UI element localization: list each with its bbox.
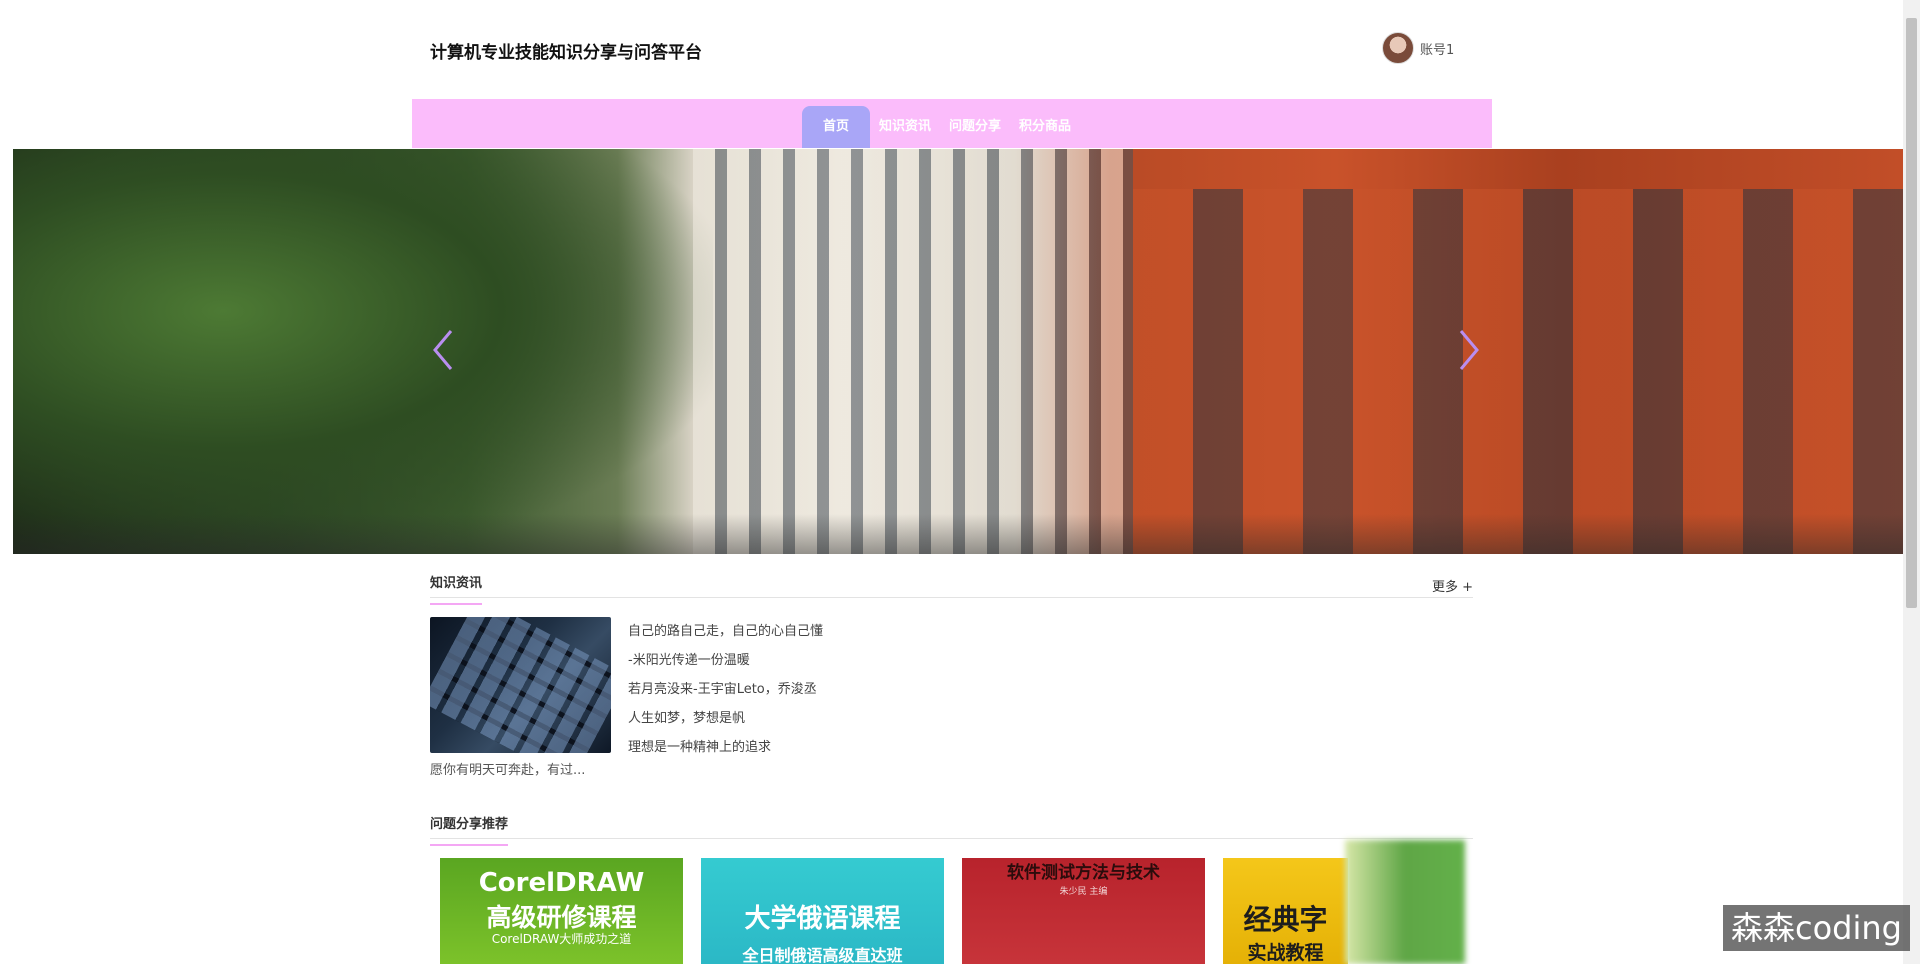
card-title: 经典字	[1243, 903, 1328, 936]
keyboard-image	[430, 617, 611, 753]
question-card[interactable]: 软件测试方法与技术 朱少民 主编	[962, 858, 1205, 964]
question-card[interactable]: 大学俄语课程 全日制俄语高级直达班	[701, 858, 944, 964]
news-list: 自己的路自己走，自己的心自己懂 -米阳光传递一份温暖 若月亮没来-王宇宙Leto…	[628, 622, 823, 767]
avatar[interactable]	[1382, 32, 1414, 64]
nav-items: 首页 知识资讯 问题分享 积分商品	[802, 106, 1080, 148]
main-nav: 首页 知识资讯 问题分享 积分商品	[412, 99, 1492, 148]
card-subtitle: 全日制俄语高级直达班	[742, 946, 903, 964]
card-title: CorelDRAW	[478, 868, 645, 898]
blurred-card-overlay	[1345, 840, 1465, 964]
nav-item-home[interactable]: 首页	[802, 106, 871, 148]
question-card[interactable]: 经典字 实战教程	[1223, 858, 1348, 964]
nav-item-questions[interactable]: 问题分享	[940, 106, 1010, 148]
banner-image-base	[13, 514, 1903, 554]
account-name[interactable]: 账号1	[1420, 39, 1454, 58]
nav-item-news[interactable]: 知识资讯	[870, 106, 940, 148]
news-item[interactable]: -米阳光传递一份温暖	[628, 651, 823, 680]
news-section-header: 知识资讯 更多 +	[430, 572, 1473, 605]
chevron-right-icon[interactable]	[1453, 327, 1483, 373]
chevron-left-icon[interactable]	[429, 327, 459, 373]
news-section-title: 知识资讯	[430, 572, 483, 605]
site-title: 计算机专业技能知识分享与问答平台	[430, 43, 702, 63]
banner-image-trees	[13, 149, 713, 554]
news-item[interactable]: 自己的路自己走，自己的心自己懂	[628, 622, 823, 651]
news-item[interactable]: 理想是一种精神上的追求	[628, 738, 823, 767]
page-scrollbar[interactable]	[1903, 0, 1920, 964]
card-subtitle: 朱少民 主编	[1059, 887, 1108, 897]
banner-image-building	[693, 149, 1133, 554]
news-more-link[interactable]: 更多 +	[1432, 576, 1473, 595]
news-featured-image[interactable]	[430, 617, 611, 753]
card-caption: CorelDRAW大师成功之道	[491, 932, 632, 946]
questions-section-header: 问题分享推荐	[430, 813, 1473, 846]
card-subtitle: 实战教程	[1247, 942, 1324, 964]
news-item[interactable]: 若月亮没来-王宇宙Leto，乔浚丞	[628, 680, 823, 709]
banner-image-brick-building	[1133, 189, 1903, 554]
news-featured-desc[interactable]: 愿你有明天可奔赴，有过...	[430, 759, 585, 778]
card-subtitle: 高级研修课程	[486, 903, 637, 932]
page: 计算机专业技能知识分享与问答平台 账号1 首页 知识资讯 问题分享 积分商品 知…	[0, 0, 1920, 964]
question-card[interactable]: CorelDRAW 高级研修课程 CorelDRAW大师成功之道	[440, 858, 683, 964]
card-title: 大学俄语课程	[744, 904, 901, 934]
card-title: 软件测试方法与技术	[1007, 863, 1160, 883]
questions-section-title: 问题分享推荐	[430, 813, 509, 846]
nav-item-products[interactable]: 积分商品	[1010, 106, 1080, 148]
question-cards: CorelDRAW 高级研修课程 CorelDRAW大师成功之道 大学俄语课程 …	[440, 858, 1348, 964]
watermark: 森森coding	[1723, 905, 1910, 951]
scrollbar-thumb[interactable]	[1906, 18, 1917, 608]
banner-carousel[interactable]	[13, 149, 1903, 554]
news-item[interactable]: 人生如梦，梦想是帆	[628, 709, 823, 738]
account-menu[interactable]: 账号1	[1382, 32, 1454, 64]
